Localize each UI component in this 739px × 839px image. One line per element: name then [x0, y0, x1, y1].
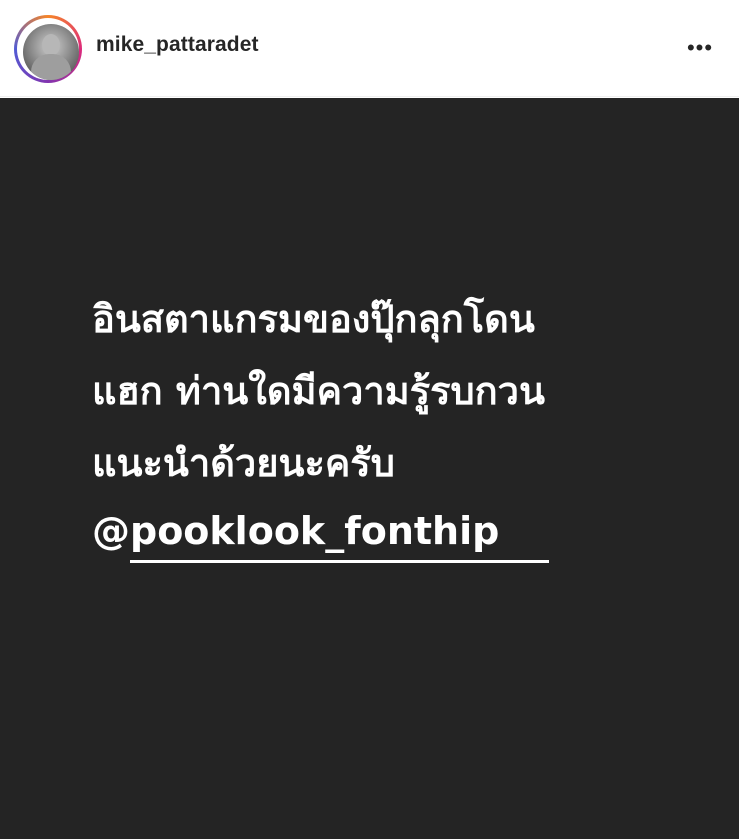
avatar[interactable]: [23, 24, 79, 80]
mention-link[interactable]: pooklook_fonthip: [130, 502, 550, 563]
more-options-icon[interactable]: •••: [682, 34, 718, 62]
story-text: อินสตาแกรมของปุ๊กลุกโดน แฮก ท่านใดมีความ…: [92, 283, 692, 567]
story-text-line-3: แนะนำด้วยนะครับ: [92, 441, 395, 485]
username-link[interactable]: mike_pattaradet: [96, 33, 259, 57]
story-ring[interactable]: [14, 15, 82, 83]
avatar-head-shape: [42, 34, 60, 56]
story-text-line-2: แฮก ท่านใดมีความรู้รบกวน: [92, 369, 545, 413]
avatar-frame: [17, 18, 79, 80]
mention-at-sign: @: [92, 509, 130, 553]
mention-line: @pooklook_fonthip: [92, 495, 692, 567]
avatar-body-shape: [31, 54, 71, 80]
story-text-line-1: อินสตาแกรมของปุ๊กลุกโดน: [92, 297, 535, 341]
post-header: mike_pattaradet •••: [0, 0, 739, 97]
